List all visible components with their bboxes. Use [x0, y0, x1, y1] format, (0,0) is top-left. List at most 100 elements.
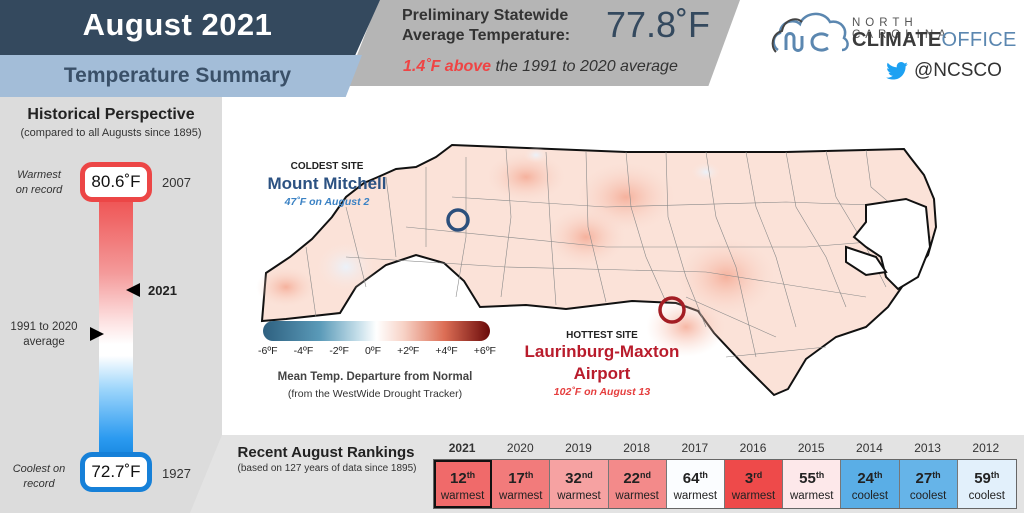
- ranking-year-2013: 2013: [914, 441, 941, 455]
- average-label: 1991 to 2020 average: [2, 320, 86, 350]
- ranking-rank-suffix: nd: [640, 469, 651, 480]
- coldest-site-name: Mount Mitchell: [267, 174, 387, 193]
- hottest-site-detail: 102˚F on August 13: [553, 386, 651, 398]
- rankings-title: Recent August Rankings: [237, 444, 415, 461]
- page-subtitle: Temperature Summary: [63, 64, 292, 87]
- ranking-rank-suffix: th: [932, 469, 941, 480]
- logo-climate: CLIMATE: [852, 29, 942, 51]
- statewide-label-line1: Preliminary Statewide: [402, 7, 569, 24]
- logo-line2: CLIMATEOFFICE: [852, 29, 1017, 52]
- legend-tick: 0ºF: [364, 345, 382, 357]
- warmest-label-line2: on record: [15, 184, 63, 196]
- ranking-rank-suffix: th: [524, 469, 534, 480]
- ranking-rank: 64th: [682, 469, 708, 487]
- statewide-average-value: 77.8˚F: [606, 4, 711, 45]
- coldest-site-detail: 47˚F on August 2: [284, 196, 370, 208]
- ranking-rank: 3rd: [744, 469, 763, 487]
- departure-highlight: 1.4˚F above: [403, 58, 492, 75]
- logo-office: OFFICE: [941, 29, 1017, 51]
- historical-title: Historical Perspective: [27, 106, 195, 123]
- legend-tick: -4ºF: [293, 345, 314, 357]
- coolest-record-label: Coolest on record: [4, 462, 74, 492]
- ranking-rank: 22nd: [623, 469, 651, 487]
- legend-tick: -2ºF: [329, 345, 349, 357]
- ranking-year-2012: 2012: [972, 441, 1000, 455]
- ranking-year-2019: 2019: [565, 441, 592, 455]
- rankings-years-row: 2021 2020 2019 2018 2017 2016 2015 2014 2013 2012: [433, 441, 1015, 455]
- historical-subtitle: (compared to all Augusts since 1895): [20, 127, 202, 139]
- ranking-rank: 17th: [508, 469, 534, 487]
- ranking-cell-2013: 27th coolest: [899, 460, 958, 508]
- legend-caption-title: Mean Temp. Departure from Normal: [277, 371, 473, 383]
- legend-tick: +2ºF: [397, 345, 420, 357]
- ranking-rank-suffix: th: [874, 469, 883, 480]
- legend-tick: +6ºF: [473, 345, 496, 357]
- ranking-rank: 24th: [857, 469, 883, 487]
- legend-tick: -6ºF: [258, 345, 278, 357]
- coolest-record-year: 1927: [162, 466, 191, 481]
- page-title: August 2021: [82, 7, 273, 42]
- current-year-arrow-icon: [126, 283, 140, 297]
- ranking-rank-suffix: th: [699, 469, 708, 480]
- departure-summary: 1.4˚F above the 1991 to 2020 average: [403, 58, 678, 76]
- current-year-label: 2021: [148, 283, 177, 298]
- ranking-type: warmest: [557, 489, 601, 502]
- hottest-site-name: Laurinburg-Maxton Airport: [512, 341, 692, 385]
- ranking-year-2021: 2021: [448, 441, 476, 455]
- ranking-type: coolest: [909, 489, 947, 502]
- warmest-record-value: 80.6˚F: [80, 162, 152, 202]
- coldest-site-kicker: COLDEST SITE: [290, 161, 364, 172]
- ranking-cell-2016: 3rd warmest: [724, 460, 784, 508]
- twitter-handle[interactable]: @NCSCO: [886, 60, 1002, 82]
- statewide-average-label: Preliminary Statewide Average Temperatur…: [402, 6, 570, 46]
- ranking-cell-2021: 12th warmest: [434, 460, 493, 508]
- twitter-handle-text: @NCSCO: [914, 60, 1002, 81]
- ranking-rank-suffix: nd: [581, 469, 593, 480]
- departure-rest: the 1991 to 2020 average: [491, 58, 678, 75]
- coolest-label-line2: record: [23, 478, 55, 490]
- ranking-rank: 59th: [974, 469, 1000, 487]
- coolest-label-line1: Coolest on: [12, 463, 66, 475]
- ranking-cell-2017: 64th warmest: [666, 460, 725, 508]
- ranking-year-2016: 2016: [739, 441, 767, 455]
- ranking-rank-suffix: th: [990, 469, 1000, 480]
- ranking-rank-suffix: th: [815, 469, 825, 480]
- statewide-label-line2: Average Temperature:: [402, 27, 571, 44]
- ranking-year-2018: 2018: [623, 441, 650, 455]
- ranking-rank: 55th: [799, 469, 825, 487]
- ranking-type: warmest: [673, 489, 718, 502]
- warmest-record-year: 2007: [162, 175, 191, 190]
- coolest-record-value: 72.7˚F: [80, 452, 152, 492]
- legend-caption: Mean Temp. Departure from Normal (from t…: [250, 369, 500, 403]
- twitter-bird-icon: [886, 62, 908, 80]
- ranking-rank-suffix: rd: [753, 469, 763, 480]
- hottest-name-line1: Laurinburg-Maxton: [524, 342, 680, 361]
- ranking-cell-2020: 17th warmest: [492, 460, 551, 508]
- ranking-rank: 32nd: [565, 469, 593, 487]
- hottest-name-line2: Airport: [573, 364, 631, 383]
- hottest-site-kicker: HOTTEST SITE: [566, 330, 638, 341]
- ranking-type: coolest: [851, 489, 889, 502]
- ranking-cell-2019: 32nd warmest: [550, 460, 609, 508]
- ranking-year-2015: 2015: [797, 441, 825, 455]
- thermometer-gradient-bar: [99, 190, 133, 466]
- ranking-type: warmest: [499, 489, 543, 502]
- ranking-year-2017: 2017: [681, 441, 709, 455]
- ranking-type: warmest: [789, 489, 834, 502]
- ranking-year-2014: 2014: [856, 441, 883, 455]
- average-arrow-icon: [90, 327, 104, 341]
- legend-color-scale: [263, 321, 490, 341]
- average-label-line2: average: [23, 336, 65, 348]
- ranking-rank: 12th: [450, 469, 476, 487]
- ranking-type: warmest: [731, 489, 776, 502]
- average-label-line1: 1991 to 2020: [10, 321, 78, 333]
- legend-ticks: -6ºF -4ºF -2ºF 0ºF +2ºF +4ºF +6ºF: [258, 345, 496, 357]
- ranking-type: coolest: [968, 489, 1005, 502]
- rankings-cells-row: 12th warmest 17th warmest 32nd warmest 22nd war…: [433, 459, 1017, 509]
- ranking-cell-2012: 59th coolest: [957, 460, 1016, 508]
- ranking-rank-suffix: th: [466, 469, 476, 480]
- legend-tick: +4ºF: [435, 345, 458, 357]
- ranking-year-2020: 2020: [506, 441, 534, 455]
- ranking-rank: 27th: [915, 469, 941, 487]
- warmest-record-label: Warmest on record: [4, 168, 74, 198]
